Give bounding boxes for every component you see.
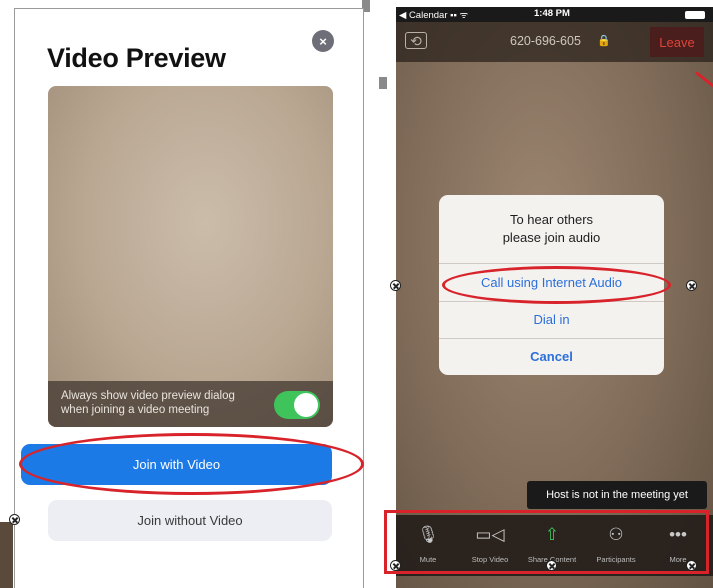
close-icon[interactable]: ×: [312, 30, 334, 52]
status-time: 1:48 PM: [534, 8, 570, 19]
join-without-video-button[interactable]: Join without Video: [48, 500, 332, 541]
status-bar: ◀ Calendar ▪▪ ᯤ 1:48 PM: [396, 7, 713, 22]
highlight-mark-leave: [695, 71, 713, 89]
preview-option-bar: Always show video preview dialog when jo…: [48, 381, 333, 427]
status-carrier: ◀ Calendar ▪▪ ᯤ: [399, 10, 469, 21]
edge-strip: [0, 522, 13, 588]
resize-handle: [390, 280, 401, 291]
preview-option-label: Always show video preview dialog when jo…: [61, 390, 235, 416]
video-preview-dialog: Video Preview × Always show video previe…: [14, 8, 364, 588]
dialog-title: Video Preview: [47, 43, 226, 73]
toolbar-label: More: [669, 555, 687, 564]
toggle-knob: [294, 393, 318, 417]
toolbar-label: Participants: [596, 555, 636, 564]
more-icon: •••: [669, 525, 687, 544]
cancel-option[interactable]: Cancel: [439, 338, 664, 375]
phone-meeting-screen: ◀ Calendar ▪▪ ᯤ 1:48 PM ⟲ 620-696-605 🔒 …: [396, 7, 713, 588]
audio-dialog-title: To hear others please join audio: [502, 212, 601, 245]
join-with-video-button[interactable]: Join with Video: [21, 444, 332, 485]
host-status-tooltip: Host is not in the meeting yet: [527, 481, 707, 509]
resize-handle: [686, 280, 697, 291]
meeting-id: 620-696-605: [510, 34, 581, 48]
participants-icon: ⚇: [608, 525, 624, 544]
lock-icon: 🔒: [597, 35, 611, 47]
always-show-preview-toggle[interactable]: [274, 391, 320, 419]
mute-button[interactable]: 🎙 Mute: [398, 523, 458, 569]
microphone-icon: 🎙: [417, 525, 439, 544]
toolbar-label: Stop Video: [471, 555, 509, 564]
dial-in-option[interactable]: Dial in: [439, 301, 664, 338]
call-internet-audio-option[interactable]: Call using Internet Audio: [439, 264, 664, 301]
video-camera-icon: ▭◁: [475, 525, 505, 544]
screenshot-canvas: Video Preview × Always show video previe…: [0, 0, 713, 588]
resize-handle: [686, 560, 697, 571]
share-icon: ⇧: [544, 525, 560, 544]
leave-button[interactable]: Leave: [650, 27, 704, 57]
participants-button[interactable]: ⚇ Participants: [586, 523, 646, 569]
toolbar-label: Mute: [419, 555, 437, 564]
camera-preview: Always show video preview dialog when jo…: [48, 86, 333, 427]
join-audio-dialog: To hear others please join audio Call us…: [439, 195, 664, 375]
resize-handle: [546, 560, 557, 571]
switch-camera-icon[interactable]: ⟲: [405, 32, 427, 49]
stop-video-button[interactable]: ▭◁ Stop Video: [460, 523, 520, 569]
battery-icon: [685, 11, 705, 19]
resize-handle: [390, 560, 401, 571]
selection-marker: [379, 77, 387, 89]
more-button[interactable]: ••• More: [648, 523, 708, 569]
resize-handle: [9, 514, 20, 525]
meeting-top-bar: ⟲ 620-696-605 🔒 Leave: [396, 22, 713, 62]
